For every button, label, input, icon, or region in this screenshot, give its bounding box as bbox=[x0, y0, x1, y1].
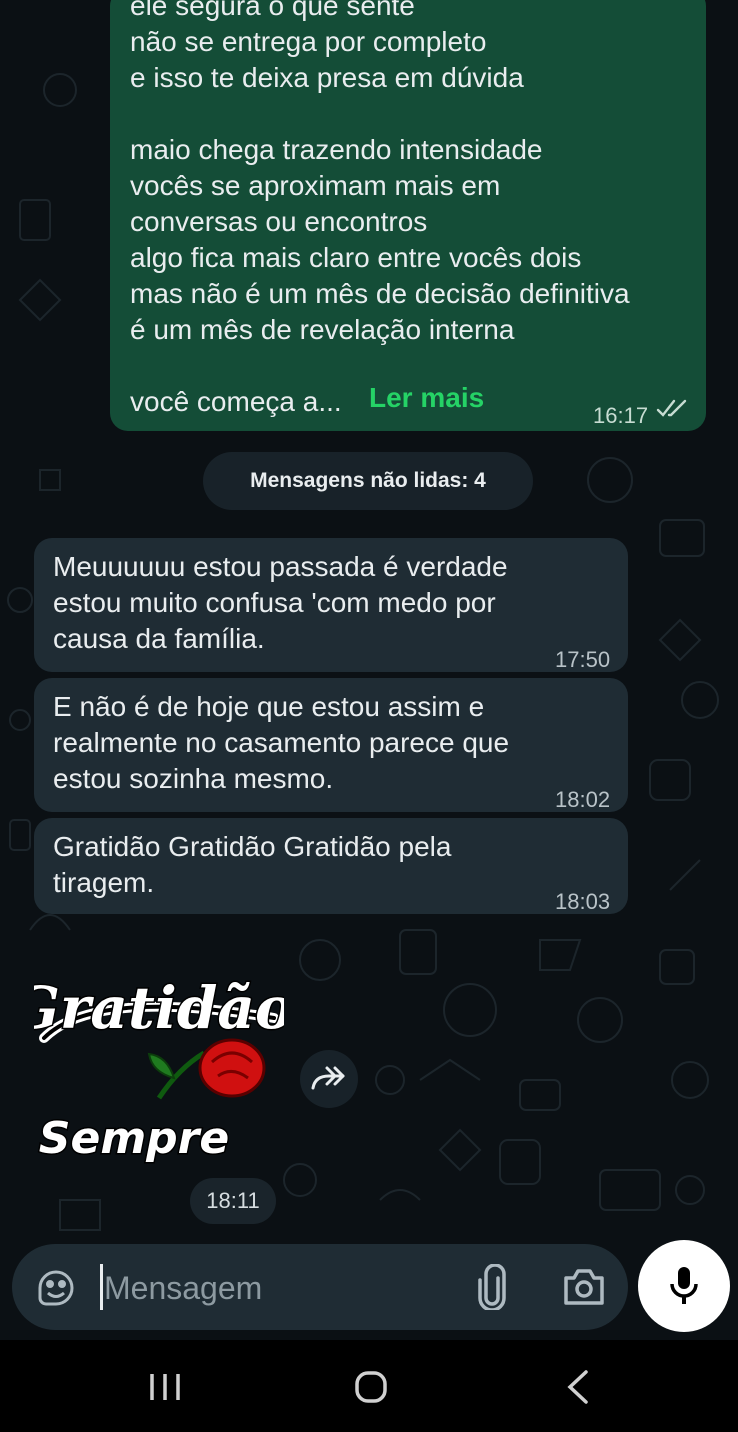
camera-icon[interactable] bbox=[562, 1266, 606, 1308]
incoming-message-text: Gratidão Gratidão Gratidão pela tiragem. bbox=[53, 831, 452, 898]
message-input[interactable] bbox=[102, 1260, 446, 1316]
home-icon[interactable] bbox=[341, 1364, 401, 1410]
outgoing-message-bubble[interactable]: ele segura o que sente não se entrega po… bbox=[110, 0, 706, 431]
incoming-message-text: Meuuuuuu estou passada é verdade estou m… bbox=[53, 551, 508, 654]
sticker-time: 18:11 bbox=[190, 1178, 276, 1224]
double-check-icon bbox=[656, 399, 687, 417]
back-icon[interactable] bbox=[548, 1364, 608, 1410]
sticker-emoji-icon[interactable] bbox=[34, 1266, 78, 1310]
message-time: 17:50 bbox=[555, 647, 611, 672]
unread-messages-banner: Mensagens não lidas: 4 bbox=[203, 452, 533, 510]
incoming-message-text: E não é de hoje que estou assim e realme… bbox=[53, 691, 510, 794]
paperclip-icon[interactable] bbox=[474, 1264, 510, 1310]
read-more-link[interactable]: Ler mais bbox=[369, 380, 484, 416]
sticker-image: Gratidão Sempre bbox=[9, 973, 295, 1166]
forward-button[interactable] bbox=[300, 1050, 358, 1108]
recent-apps-icon[interactable] bbox=[135, 1364, 195, 1410]
message-time: 18:02 bbox=[555, 787, 611, 812]
forward-icon bbox=[311, 1066, 345, 1090]
incoming-message-bubble[interactable]: Gratidão Gratidão Gratidão pela tiragem.… bbox=[34, 818, 628, 914]
gratitude-sticker[interactable]: Gratidão Sempre bbox=[9, 958, 295, 1183]
sticker-text-line2: Sempre bbox=[39, 1113, 229, 1164]
incoming-message-bubble[interactable]: Meuuuuuu estou passada é verdade estou m… bbox=[34, 538, 628, 672]
microphone-icon bbox=[670, 1267, 698, 1304]
incoming-message-bubble[interactable]: E não é de hoje que estou assim e realme… bbox=[34, 678, 628, 812]
microphone-button[interactable] bbox=[638, 1240, 730, 1332]
message-time: 16:17 bbox=[593, 403, 649, 428]
message-composer bbox=[12, 1244, 628, 1330]
message-time: 18:03 bbox=[555, 889, 611, 914]
sticker-text-line1: Gratidão bbox=[34, 974, 284, 1042]
outgoing-message-text: ele segura o que sente não se entrega po… bbox=[130, 0, 630, 417]
system-navigation-bar bbox=[0, 1340, 738, 1432]
chat-area[interactable]: ele segura o que sente não se entrega po… bbox=[0, 0, 738, 1340]
